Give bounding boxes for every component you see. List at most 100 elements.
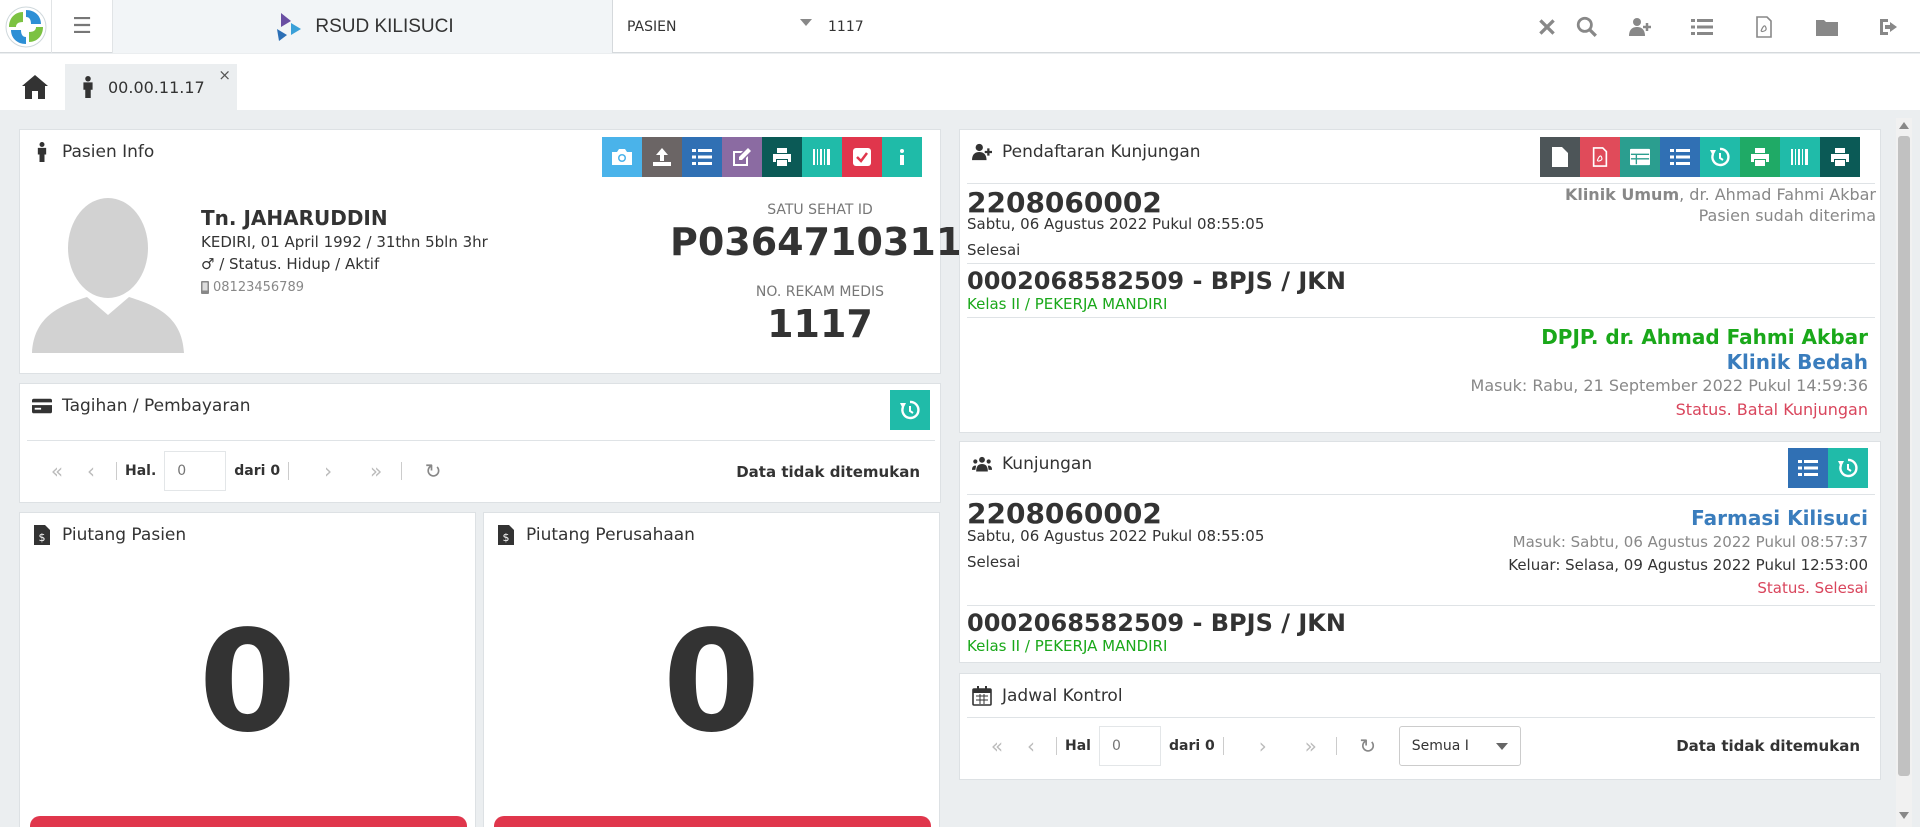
first-page-icon[interactable]: «	[980, 734, 1014, 758]
prev-page-icon[interactable]: ‹	[74, 459, 108, 483]
first-page-icon[interactable]: «	[40, 459, 74, 483]
billing-pager: « ‹ Hal. dari 0 › » ↻	[40, 451, 450, 491]
svg-text:$: $	[503, 531, 510, 544]
page-input[interactable]	[1098, 726, 1161, 766]
hospital-logo-icon	[277, 12, 302, 41]
of-pages-label: dari 0	[1168, 738, 1215, 754]
calendar-icon	[972, 686, 992, 706]
detail-button[interactable]	[30, 816, 467, 827]
search-icon[interactable]	[1572, 12, 1602, 42]
upload-button[interactable]	[642, 137, 682, 177]
search-type-select[interactable]: PASIEN	[614, 0, 814, 53]
table-button[interactable]	[1620, 137, 1660, 177]
company-receivable-value: 0	[662, 601, 761, 764]
history-icon	[1710, 147, 1730, 167]
caret-down-icon	[800, 19, 812, 26]
home-tab[interactable]	[10, 64, 60, 110]
patient-receivable-panel: $ Piutang Pasien 0	[19, 512, 476, 827]
page-label: Hal	[1065, 738, 1091, 754]
next-page-icon[interactable]: ›	[1246, 734, 1280, 758]
accept-status: Pasien sudah diterima	[1698, 206, 1876, 225]
hamburger-menu-icon[interactable]: ☰	[52, 0, 113, 53]
filter-select[interactable]: Semua I	[1398, 726, 1521, 766]
clinic-name: Klinik Umum	[1564, 185, 1680, 204]
refresh-icon[interactable]: ↻	[1351, 734, 1385, 758]
last-page-icon[interactable]: »	[359, 459, 393, 483]
edit-button[interactable]	[722, 137, 762, 177]
scroll-up-icon[interactable]	[1899, 122, 1909, 129]
registration-panel: Pendaftaran Kunjungan 2208060002 Sabtu, …	[959, 129, 1881, 433]
rekam-medis-value: 1117	[767, 302, 873, 346]
brand-name: RSUD KILISUCI	[315, 15, 454, 37]
visit-keluar: Keluar: Selasa, 09 Agustus 2022 Pukul 12…	[1508, 556, 1868, 574]
home-icon	[22, 75, 48, 99]
scroll-down-icon[interactable]	[1899, 812, 1909, 819]
verify-button[interactable]	[842, 137, 882, 177]
list-icon	[1670, 149, 1690, 165]
add-user-icon[interactable]	[1625, 12, 1655, 42]
visits-panel: Kunjungan 2208060002 Sabtu, 06 Agustus 2…	[959, 441, 1881, 663]
pdf-file-icon	[1592, 147, 1608, 167]
registration-actions	[1540, 137, 1860, 177]
folder-icon[interactable]	[1812, 12, 1842, 42]
list-icon[interactable]	[1687, 12, 1717, 42]
insurance-number: 0002068582509 - BPJS / JKN	[967, 267, 1346, 295]
list-button[interactable]	[682, 137, 722, 177]
history-button[interactable]	[1828, 448, 1868, 488]
pdf-button[interactable]	[1580, 137, 1620, 177]
refresh-icon[interactable]: ↻	[416, 459, 450, 483]
mobile-phone-icon	[201, 281, 209, 294]
patient-info-panel: Pasien Info Tn. JAHARUDDIN KEDIRI, 01 Ap…	[19, 129, 989, 374]
prev-page-icon[interactable]: ‹	[1014, 734, 1048, 758]
history-icon	[900, 400, 920, 420]
last-page-icon[interactable]: »	[1294, 734, 1328, 758]
tabs-row: 00.00.11.17 ×	[0, 54, 1920, 110]
avatar	[32, 198, 184, 353]
empty-message: Data tidak ditemukan	[1676, 737, 1860, 755]
print-button[interactable]	[762, 137, 802, 177]
patient-receivable-value: 0	[198, 601, 297, 764]
list-button[interactable]	[1660, 137, 1700, 177]
history-icon	[1838, 458, 1858, 478]
table-icon	[1630, 148, 1650, 166]
person-icon	[83, 76, 93, 98]
document-button[interactable]	[1540, 137, 1580, 177]
history-button[interactable]	[1700, 137, 1740, 177]
barcode-button[interactable]	[802, 137, 842, 177]
print-alt-button[interactable]	[1820, 137, 1860, 177]
page-input[interactable]	[164, 451, 227, 491]
clinic-doctor: , dr. Ahmad Fahmi Akbar	[1679, 185, 1876, 204]
page-label: Hal.	[125, 463, 157, 479]
detail-button[interactable]	[494, 816, 931, 827]
close-tab-icon[interactable]: ×	[218, 66, 231, 84]
filter-value: Semua I	[1411, 738, 1469, 754]
history-button[interactable]	[890, 390, 930, 430]
camera-button[interactable]	[602, 137, 642, 177]
list-icon	[1798, 460, 1818, 476]
svg-text:$: $	[39, 531, 46, 544]
rekam-medis-label: NO. REKAM MEDIS	[755, 284, 885, 300]
patient-tab-label: 00.00.11.17	[108, 77, 205, 97]
person-icon	[37, 142, 47, 162]
satu-sehat-id: P03647103112	[670, 220, 989, 264]
scrollbar-thumb[interactable]	[1898, 136, 1910, 776]
barcode-button[interactable]	[1780, 137, 1820, 177]
app-logo[interactable]	[0, 0, 52, 53]
insurance-class: Kelas II / PEKERJA MANDIRI	[967, 295, 1168, 313]
pdf-file-icon[interactable]	[1749, 12, 1779, 42]
info-button[interactable]	[882, 137, 922, 177]
clear-search-icon[interactable]	[1532, 12, 1562, 42]
logout-icon[interactable]	[1874, 12, 1904, 42]
next-page-icon[interactable]: ›	[311, 459, 345, 483]
edit-icon	[733, 148, 751, 166]
visit-masuk: Masuk: Sabtu, 06 Agustus 2022 Pukul 08:5…	[1512, 533, 1868, 551]
list-button[interactable]	[1788, 448, 1828, 488]
print-button[interactable]	[1740, 137, 1780, 177]
patient-tab[interactable]: 00.00.11.17 ×	[65, 64, 237, 110]
dpjp-doctor: DPJP. dr. Ahmad Fahmi Akbar	[1541, 325, 1868, 349]
registration-datetime: Sabtu, 06 Agustus 2022 Pukul 08:55:05	[967, 215, 1265, 233]
scrollbar[interactable]	[1896, 118, 1912, 827]
patient-name: Tn. JAHARUDDIN	[201, 206, 388, 230]
search-input[interactable]	[828, 10, 1528, 43]
print-icon	[773, 148, 791, 166]
